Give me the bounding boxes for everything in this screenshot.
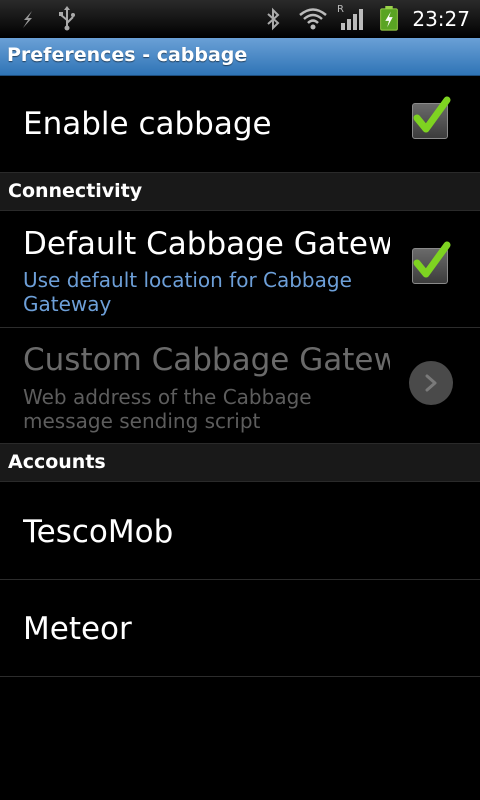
accounts-header-label: Accounts xyxy=(8,451,106,473)
connectivity-header-label: Connectivity xyxy=(8,180,143,202)
page-title: Preferences - cabbage xyxy=(7,44,248,66)
screen: R 23:27 Preferences - cabbage Enable cab… xyxy=(0,0,480,800)
custom-gateway-summary: Web address of the Cabbage message sendi… xyxy=(23,385,312,433)
default-gateway-checkbox[interactable] xyxy=(412,241,451,284)
accounts-header: Accounts xyxy=(0,443,480,482)
enable-cabbage-row[interactable]: Enable cabbage xyxy=(0,76,480,172)
connectivity-header: Connectivity xyxy=(0,172,480,211)
divider xyxy=(0,676,480,677)
roaming-label: R xyxy=(337,4,344,15)
enable-cabbage-title: Enable cabbage xyxy=(23,106,272,142)
clock: 23:27 xyxy=(412,7,470,31)
title-bar: Preferences - cabbage xyxy=(0,38,480,76)
custom-gateway-title: Custom Cabbage Gateway xyxy=(23,342,390,378)
default-gateway-summary: Use default location for Cabbage Gateway xyxy=(23,268,352,316)
checkmark-icon xyxy=(413,241,451,278)
default-gateway-row[interactable]: Default Cabbage Gateway Use default loca… xyxy=(0,211,480,327)
checkmark-icon xyxy=(413,96,451,133)
list-item[interactable]: TescoMob xyxy=(0,482,480,579)
bluetooth-icon xyxy=(267,7,280,31)
status-bar: R 23:27 xyxy=(0,0,480,38)
chevron-right-icon xyxy=(425,374,437,392)
usb-debug-icon xyxy=(23,11,32,28)
custom-gateway-row[interactable]: Custom Cabbage Gateway Web address of th… xyxy=(0,328,480,443)
list-item[interactable]: Meteor xyxy=(0,580,480,676)
custom-gateway-open-button[interactable] xyxy=(409,361,453,405)
battery-charging-icon xyxy=(380,6,398,31)
enable-cabbage-checkbox[interactable] xyxy=(412,96,451,139)
account-name: Meteor xyxy=(23,611,132,647)
default-gateway-title: Default Cabbage Gateway xyxy=(23,226,390,262)
account-name: TescoMob xyxy=(23,514,174,550)
usb-icon xyxy=(59,6,75,31)
wifi-icon xyxy=(299,8,327,30)
